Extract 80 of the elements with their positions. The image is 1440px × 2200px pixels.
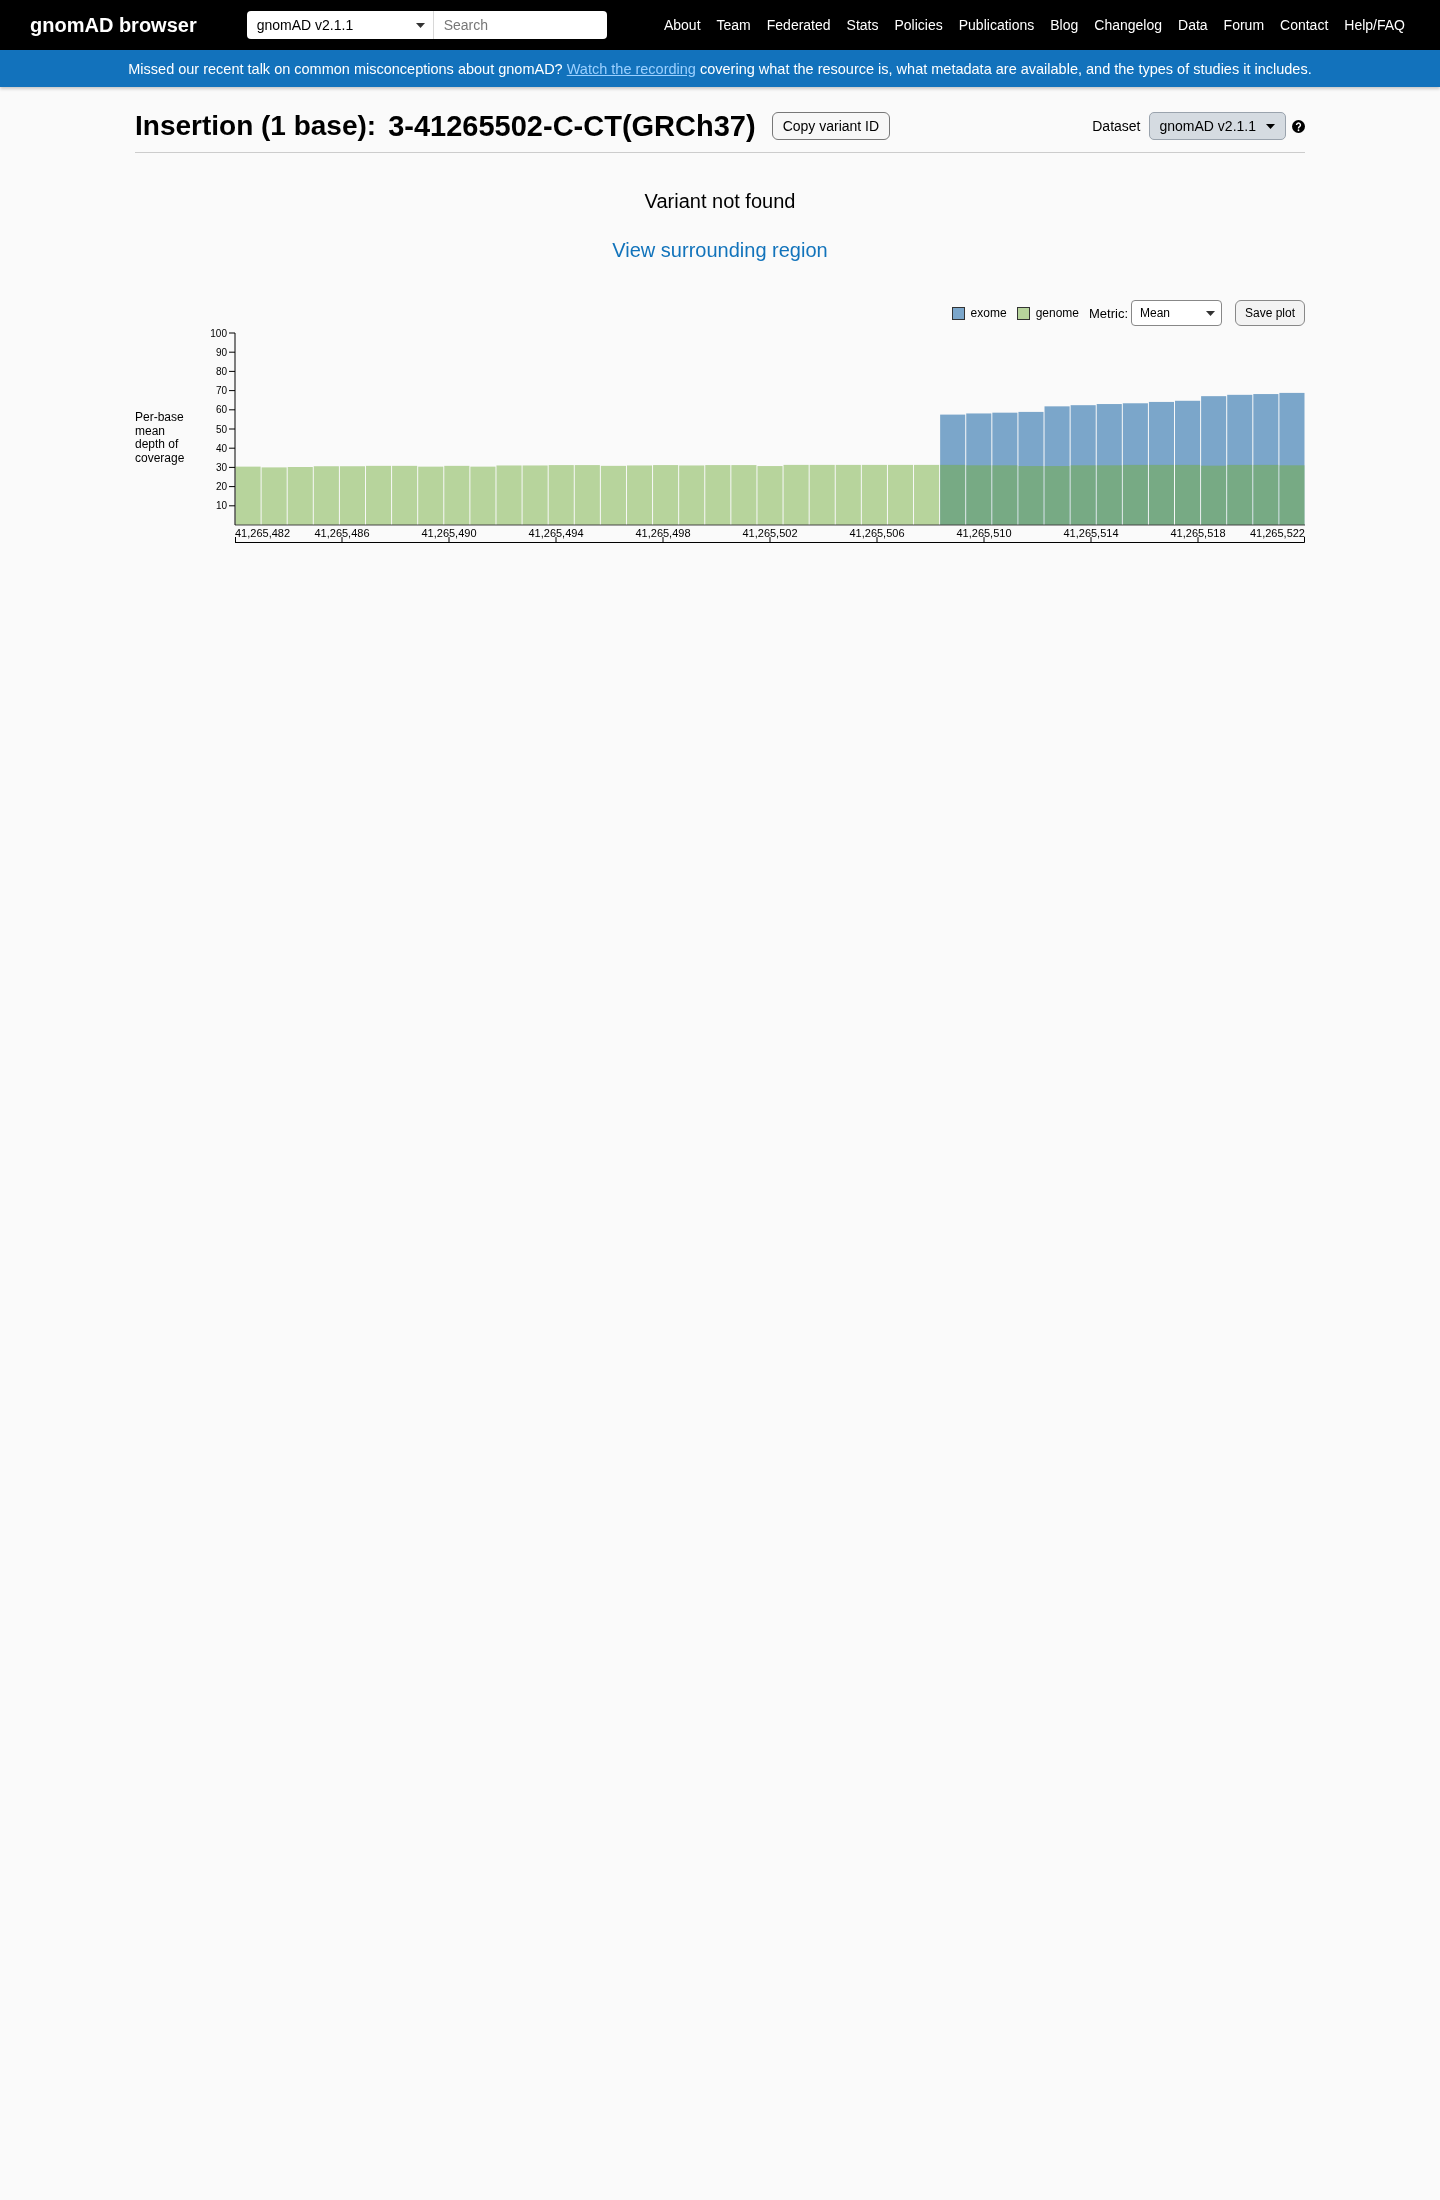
coverage-bar [757,466,783,525]
coverage-bar [835,464,861,525]
coverage-bar [313,466,339,525]
nav-link[interactable]: Blog [1050,17,1079,33]
site-logo[interactable]: gnomAD browser [30,13,197,37]
y-tick-label: 40 [215,442,227,454]
nav-link[interactable]: Changelog [1094,17,1162,33]
coverage-bar [392,465,418,525]
view-surrounding-region-link[interactable]: View surrounding region [612,239,828,261]
x-tick-label: 41,265,498 [635,527,691,539]
variant-type: Insertion (1 base): [135,109,377,143]
help-icon[interactable] [1292,119,1305,133]
legend-label: genome [1035,306,1079,320]
nav-link[interactable]: About [663,17,701,33]
x-tick-label: 41,265,518 [1170,527,1226,539]
y-tick-label: 20 [215,481,227,493]
coverage-bar [418,466,444,525]
y-tick-label: 50 [215,423,227,435]
coverage-bar [235,466,261,525]
x-tick-label: 41,265,522 [1249,527,1305,539]
metric-label: Metric: [1089,305,1128,321]
y-tick-label: 30 [215,461,227,473]
coverage-bar [679,465,705,525]
metric-select[interactable]: Mean [1131,300,1222,326]
x-tick-label: 41,265,494 [528,527,584,539]
coverage-bar [339,466,365,525]
search-field[interactable]: Search [432,11,607,39]
dataset-select[interactable]: gnomAD v2.1.1 [246,11,433,39]
nav-link[interactable]: Data [1178,17,1208,33]
nav-link[interactable]: Stats [846,17,879,33]
caret-icon [1206,310,1215,316]
coverage-bar [626,465,653,525]
y-tick-label: 90 [215,346,227,358]
y-tick-label: 10 [215,500,227,512]
coverage-bar [522,465,548,525]
x-tick-label: 41,265,502 [742,527,798,539]
coverage-bar [731,465,757,525]
x-tick-label: 41,265,482 [235,527,291,539]
dataset-label: Dataset [1092,118,1141,134]
legend-label: exome [970,306,1007,320]
coverage-bar [261,467,287,525]
coverage-bar [600,465,626,525]
coverage-bar [809,464,835,525]
nav-link[interactable]: Help/FAQ [1344,17,1405,33]
y-tick-label: 80 [215,365,227,377]
nav-link[interactable]: Team [716,17,751,33]
coverage-bar [287,467,313,525]
variant-id: 3-41265502-C-CT(GRCh37) [388,109,756,143]
nav-link[interactable]: Federated [766,17,831,33]
coverage-bar [470,466,496,525]
x-tick-label: 41,265,490 [421,527,477,539]
coverage-bar [548,465,574,525]
coverage-bar [887,464,914,525]
y-tick-label: 60 [215,404,227,416]
x-tick-label: 41,265,506 [849,527,905,539]
y-tick-label: 100 [210,328,227,339]
coverage-bar [574,465,600,525]
x-tick-label: 41,265,486 [314,527,370,539]
coverage-bar [653,465,679,525]
y-axis-title: Per-base mean depth of coverage [135,411,186,465]
nav-link[interactable]: Publications [958,17,1035,33]
caret-icon [1266,123,1275,129]
coverage-bar [783,464,809,525]
nav-link[interactable]: Contact [1280,17,1329,33]
x-tick-label: 41,265,510 [956,527,1012,539]
coverage-bar [861,464,887,525]
variant-not-found-message: Variant not found [643,189,797,213]
nav-link[interactable]: Forum [1223,17,1265,33]
coverage-bar [366,465,392,525]
copy-variant-id-button[interactable]: Copy variant ID [771,112,891,140]
dataset-select[interactable]: gnomAD v2.1.1 [1148,112,1286,140]
x-tick-label: 41,265,514 [1063,527,1119,539]
announcement-text: Missed our recent talk on common misconceptions about gnomAD? Watch the recording covering what the resource is, what metadata are available, and the types of studies it includes. [128,60,1312,77]
coverage-bar [705,465,731,525]
save-plot-button[interactable]: Save plot [1235,300,1305,326]
nav-link[interactable]: Policies [894,17,943,33]
coverage-bar [444,465,470,525]
y-tick-label: 70 [215,385,227,397]
caret-icon [415,22,425,28]
coverage-bar [496,465,522,525]
